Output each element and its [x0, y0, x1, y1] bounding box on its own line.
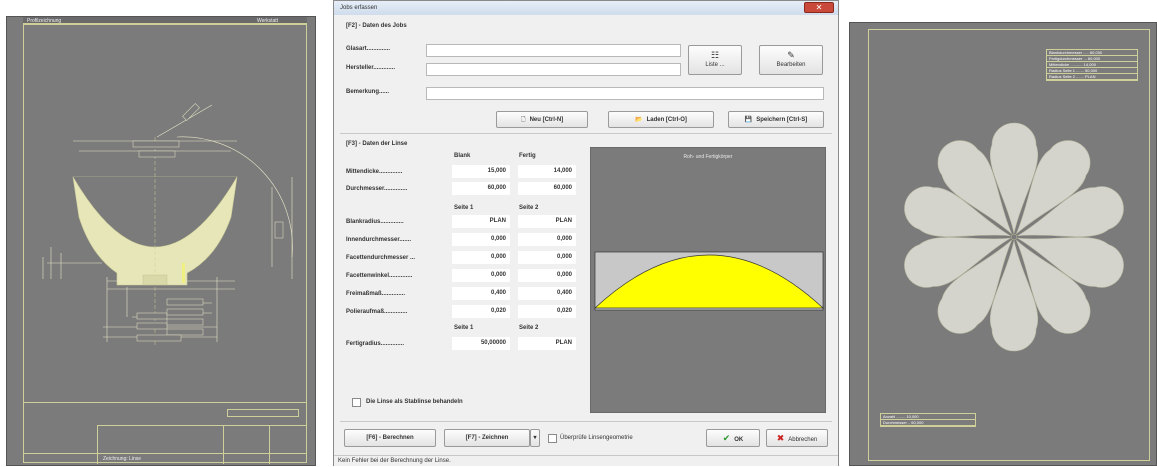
abbrechen-button-label: Abbrechen — [788, 437, 818, 443]
lens-row-value-1[interactable]: 0,000 — [452, 269, 510, 282]
lens-row-value-2[interactable]: 60,000 — [518, 182, 576, 195]
liste-button-label: Liste ... — [705, 62, 725, 68]
laden-button-label: Laden [Ctrl-O] — [646, 117, 687, 123]
section-lens-heading: [F3] - Daten der Linse — [346, 141, 408, 147]
lens-row-value-1[interactable]: 15,000 — [452, 165, 510, 178]
separator-bottom — [340, 421, 832, 422]
laden-button[interactable]: 📂 Laden [Ctrl-O] — [608, 111, 714, 128]
col-seite1: Seite 1 — [454, 205, 474, 211]
lens-row-label: Durchmesser.............. — [346, 186, 408, 192]
lens-preview: Roh- und Fertigkörper — [590, 147, 826, 413]
job-dialog: Jobs erfassen ✕ [F2] - Daten des Jobs Gl… — [333, 0, 839, 466]
lens-row-value-1[interactable]: 0,400 — [452, 287, 510, 300]
lens-row-label: Mittendicke.............. — [346, 169, 403, 175]
close-button[interactable]: ✕ — [804, 2, 834, 13]
lens-row-label: Blankradius.............. — [346, 219, 404, 225]
status-bar: Kein Fehler bei der Berechnung der Linse… — [334, 455, 838, 466]
lens-row-label: Polieraufmaß.............. — [346, 309, 408, 315]
drawing-title-text: Zeichnung: Linse — [103, 456, 142, 462]
stablinse-label: Die Linse als Stablinse behandeln — [366, 399, 463, 405]
status-text: Kein Fehler bei der Berechnung der Linse… — [338, 458, 451, 464]
lens-row-label: Innendurchmesser....... — [346, 237, 412, 243]
berechnen-button-label: [F6] - Berechnen — [366, 435, 414, 441]
zeichnen-button-label: [F7] - Zeichnen — [465, 435, 509, 441]
ueberpruefe-checkbox[interactable] — [548, 434, 557, 443]
dialog-title: Jobs erfassen — [340, 5, 378, 11]
lens-row-value-1[interactable]: PLAN — [452, 215, 510, 228]
glasart-label: Glasart.............. — [346, 46, 391, 52]
lens-row-value-2[interactable]: 0,000 — [518, 233, 576, 246]
ueberpruefe-label: Überprüfe Linsengeometrie — [560, 435, 633, 441]
cad-profile-drawing: Profilzeichnung Werkstatt Zeichnung: Lin… — [6, 16, 316, 466]
cancel-icon: ✖ — [776, 433, 785, 443]
lens-row-value-2[interactable]: 14,000 — [518, 165, 576, 178]
speichern-button-label: Speichern [Ctrl-S] — [756, 117, 808, 123]
new-file-icon: 🗋 — [520, 117, 526, 123]
hersteller-input[interactable] — [426, 63, 681, 76]
fertigradius-seite1-value[interactable]: 50,00000 — [452, 337, 510, 350]
bemerkung-label: Bemerkung...... — [346, 89, 390, 95]
lens-cross-section — [594, 251, 824, 311]
fertigradius-seite2-value[interactable]: PLAN — [518, 337, 576, 350]
cad-flower-drawing: Blankdurchmesser ..... 60,000 Fertigdurc… — [849, 22, 1157, 466]
bearbeiten-button[interactable]: ✎ Bearbeiten — [759, 45, 823, 75]
ok-button-label: OK — [734, 437, 744, 443]
lens-row-value-2[interactable]: 0,400 — [518, 287, 576, 300]
open-folder-icon: 📂 — [635, 117, 643, 123]
check-icon: ✔ — [722, 433, 731, 443]
lens-row-value-1[interactable]: 0,000 — [452, 233, 510, 246]
fertigradius-label: Fertigradius.............. — [346, 341, 405, 347]
save-icon: 💾 — [744, 117, 753, 123]
lens-row-value-2[interactable]: 0,020 — [518, 305, 576, 318]
edit-icon: ✎ — [787, 50, 795, 60]
lens-row-value-2[interactable]: 0,000 — [518, 269, 576, 282]
lens-row-value-1[interactable]: 0,020 — [452, 305, 510, 318]
bearbeiten-button-label: Bearbeiten — [776, 62, 806, 68]
dialog-titlebar: Jobs erfassen ✕ — [334, 1, 838, 15]
ok-button[interactable]: ✔ OK — [706, 429, 760, 447]
speichern-button[interactable]: 💾 Speichern [Ctrl-S] — [728, 111, 824, 128]
flower-pattern — [904, 122, 1124, 352]
lens-row-value-1[interactable]: 0,000 — [452, 251, 510, 264]
bemerkung-input[interactable] — [426, 87, 824, 100]
berechnen-button[interactable]: [F6] - Berechnen — [344, 429, 436, 447]
separator — [340, 133, 832, 134]
lens-row-value-2[interactable]: 0,000 — [518, 251, 576, 264]
col-fertig: Fertig — [519, 153, 536, 159]
section-job-heading: [F2] - Daten des Jobs — [346, 23, 407, 29]
zeichnen-button[interactable]: [F7] - Zeichnen — [444, 429, 530, 447]
lens-profile-drawing — [42, 103, 293, 347]
drawing-title-block: Zeichnung: Linse — [23, 402, 307, 464]
col-seite2-fertig: Seite 2 — [519, 325, 539, 331]
neu-button[interactable]: 🗋 Neu [Ctrl-N] — [496, 111, 588, 128]
col-blank: Blank — [454, 153, 471, 159]
abbrechen-button[interactable]: ✖ Abbrechen — [766, 429, 828, 447]
lens-row-label: Facettendurchmesser ... — [346, 255, 416, 261]
lens-row-value-2[interactable]: PLAN — [518, 215, 576, 228]
close-icon: ✕ — [815, 3, 823, 12]
chevron-down-icon: ▾ — [533, 435, 537, 441]
neu-button-label: Neu [Ctrl-N] — [529, 117, 564, 123]
col-seite1-fertig: Seite 1 — [454, 325, 474, 331]
lens-row-value-1[interactable]: 60,000 — [452, 182, 510, 195]
glasart-input[interactable] — [426, 44, 681, 57]
hersteller-label: Hersteller............. — [346, 65, 396, 71]
lens-row-label: Freimaßmaß.............. — [346, 291, 406, 297]
lens-row-label: Facettenwinkel.............. — [346, 273, 413, 279]
stablinse-checkbox[interactable] — [352, 398, 361, 407]
list-icon: ☷ — [710, 50, 720, 60]
zeichnen-dropdown[interactable]: ▾ — [530, 429, 540, 447]
col-seite2: Seite 2 — [519, 205, 539, 211]
liste-button[interactable]: ☷ Liste ... — [688, 45, 742, 75]
